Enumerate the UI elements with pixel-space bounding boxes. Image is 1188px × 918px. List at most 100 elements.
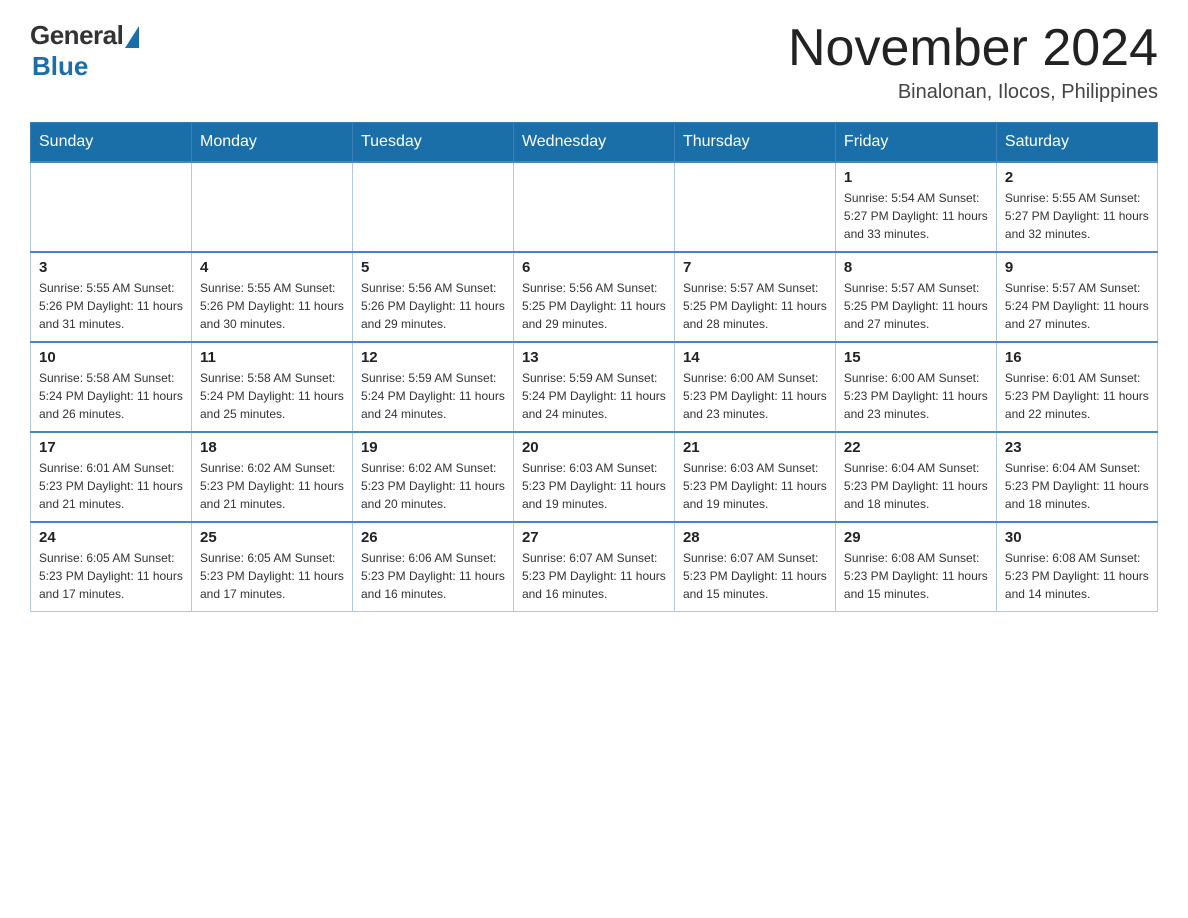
day-of-week-header: Monday bbox=[191, 123, 352, 163]
calendar-cell: 12 Sunrise: 5:59 AM Sunset: 5:24 PM Dayli… bbox=[352, 342, 513, 432]
calendar-cell: 13 Sunrise: 5:59 AM Sunset: 5:24 PM Dayli… bbox=[513, 342, 674, 432]
location-subtitle: Binalonan, Ilocos, Philippines bbox=[788, 81, 1158, 104]
calendar-cell: 3 Sunrise: 5:55 AM Sunset: 5:26 PM Daylig… bbox=[31, 252, 192, 342]
logo-general-text: General bbox=[30, 20, 123, 51]
day-of-week-header: Sunday bbox=[31, 123, 192, 163]
day-number: 25 bbox=[200, 529, 344, 546]
day-info: Sunrise: 5:57 AM Sunset: 5:25 PM Dayligh… bbox=[683, 279, 827, 333]
day-of-week-header: Thursday bbox=[674, 123, 835, 163]
day-number: 7 bbox=[683, 259, 827, 276]
calendar-cell: 17 Sunrise: 6:01 AM Sunset: 5:23 PM Dayli… bbox=[31, 432, 192, 522]
day-number: 5 bbox=[361, 259, 505, 276]
day-info: Sunrise: 5:59 AM Sunset: 5:24 PM Dayligh… bbox=[361, 369, 505, 423]
day-info: Sunrise: 5:57 AM Sunset: 5:25 PM Dayligh… bbox=[844, 279, 988, 333]
day-number: 17 bbox=[39, 439, 183, 456]
day-number: 4 bbox=[200, 259, 344, 276]
day-info: Sunrise: 6:08 AM Sunset: 5:23 PM Dayligh… bbox=[1005, 549, 1149, 603]
day-info: Sunrise: 5:55 AM Sunset: 5:26 PM Dayligh… bbox=[39, 279, 183, 333]
calendar-cell: 30 Sunrise: 6:08 AM Sunset: 5:23 PM Dayli… bbox=[996, 522, 1157, 612]
calendar-cell: 24 Sunrise: 6:05 AM Sunset: 5:23 PM Dayli… bbox=[31, 522, 192, 612]
calendar-week-row: 10 Sunrise: 5:58 AM Sunset: 5:24 PM Dayli… bbox=[31, 342, 1158, 432]
day-info: Sunrise: 5:54 AM Sunset: 5:27 PM Dayligh… bbox=[844, 189, 988, 243]
day-info: Sunrise: 6:00 AM Sunset: 5:23 PM Dayligh… bbox=[844, 369, 988, 423]
calendar-cell bbox=[31, 162, 192, 252]
day-info: Sunrise: 5:56 AM Sunset: 5:26 PM Dayligh… bbox=[361, 279, 505, 333]
day-info: Sunrise: 5:58 AM Sunset: 5:24 PM Dayligh… bbox=[200, 369, 344, 423]
day-info: Sunrise: 6:03 AM Sunset: 5:23 PM Dayligh… bbox=[683, 459, 827, 513]
calendar-cell: 23Sunrise: 6:04 AM Sunset: 5:23 PM Dayli… bbox=[996, 432, 1157, 522]
day-number: 13 bbox=[522, 349, 666, 366]
calendar-cell bbox=[191, 162, 352, 252]
calendar-cell: 14 Sunrise: 6:00 AM Sunset: 5:23 PM Dayli… bbox=[674, 342, 835, 432]
calendar-cell: 8 Sunrise: 5:57 AM Sunset: 5:25 PM Daylig… bbox=[835, 252, 996, 342]
calendar-week-row: 1 Sunrise: 5:54 AM Sunset: 5:27 PM Daylig… bbox=[31, 162, 1158, 252]
day-info: Sunrise: 6:05 AM Sunset: 5:23 PM Dayligh… bbox=[39, 549, 183, 603]
calendar-cell: 9 Sunrise: 5:57 AM Sunset: 5:24 PM Daylig… bbox=[996, 252, 1157, 342]
day-info: Sunrise: 6:00 AM Sunset: 5:23 PM Dayligh… bbox=[683, 369, 827, 423]
calendar-cell: 22 Sunrise: 6:04 AM Sunset: 5:23 PM Dayli… bbox=[835, 432, 996, 522]
day-number: 12 bbox=[361, 349, 505, 366]
day-info: Sunrise: 6:02 AM Sunset: 5:23 PM Dayligh… bbox=[361, 459, 505, 513]
calendar-cell: 29 Sunrise: 6:08 AM Sunset: 5:23 PM Dayli… bbox=[835, 522, 996, 612]
day-number: 29 bbox=[844, 529, 988, 546]
calendar-cell: 18Sunrise: 6:02 AM Sunset: 5:23 PM Dayli… bbox=[191, 432, 352, 522]
day-info: Sunrise: 6:01 AM Sunset: 5:23 PM Dayligh… bbox=[1005, 369, 1149, 423]
day-info: Sunrise: 5:55 AM Sunset: 5:27 PM Dayligh… bbox=[1005, 189, 1149, 243]
calendar-cell: 26Sunrise: 6:06 AM Sunset: 5:23 PM Dayli… bbox=[352, 522, 513, 612]
day-info: Sunrise: 6:05 AM Sunset: 5:23 PM Dayligh… bbox=[200, 549, 344, 603]
calendar-cell: 20Sunrise: 6:03 AM Sunset: 5:23 PM Dayli… bbox=[513, 432, 674, 522]
calendar-cell: 6Sunrise: 5:56 AM Sunset: 5:25 PM Daylig… bbox=[513, 252, 674, 342]
day-info: Sunrise: 5:58 AM Sunset: 5:24 PM Dayligh… bbox=[39, 369, 183, 423]
calendar-cell: 19 Sunrise: 6:02 AM Sunset: 5:23 PM Dayli… bbox=[352, 432, 513, 522]
day-number: 15 bbox=[844, 349, 988, 366]
calendar-header-row: SundayMondayTuesdayWednesdayThursdayFrid… bbox=[31, 123, 1158, 163]
day-number: 8 bbox=[844, 259, 988, 276]
calendar-cell: 16 Sunrise: 6:01 AM Sunset: 5:23 PM Dayli… bbox=[996, 342, 1157, 432]
day-info: Sunrise: 5:55 AM Sunset: 5:26 PM Dayligh… bbox=[200, 279, 344, 333]
title-block: November 2024 Binalonan, Ilocos, Philipp… bbox=[788, 20, 1158, 104]
day-number: 3 bbox=[39, 259, 183, 276]
day-number: 23 bbox=[1005, 439, 1149, 456]
calendar-cell: 27 Sunrise: 6:07 AM Sunset: 5:23 PM Dayli… bbox=[513, 522, 674, 612]
calendar-cell: 4 Sunrise: 5:55 AM Sunset: 5:26 PM Daylig… bbox=[191, 252, 352, 342]
day-number: 11 bbox=[200, 349, 344, 366]
calendar-week-row: 3 Sunrise: 5:55 AM Sunset: 5:26 PM Daylig… bbox=[31, 252, 1158, 342]
day-number: 16 bbox=[1005, 349, 1149, 366]
day-info: Sunrise: 6:04 AM Sunset: 5:23 PM Dayligh… bbox=[844, 459, 988, 513]
day-info: Sunrise: 6:01 AM Sunset: 5:23 PM Dayligh… bbox=[39, 459, 183, 513]
day-info: Sunrise: 6:08 AM Sunset: 5:23 PM Dayligh… bbox=[844, 549, 988, 603]
calendar-week-row: 24 Sunrise: 6:05 AM Sunset: 5:23 PM Dayli… bbox=[31, 522, 1158, 612]
day-number: 30 bbox=[1005, 529, 1149, 546]
calendar-cell: 2Sunrise: 5:55 AM Sunset: 5:27 PM Daylig… bbox=[996, 162, 1157, 252]
calendar-week-row: 17 Sunrise: 6:01 AM Sunset: 5:23 PM Dayli… bbox=[31, 432, 1158, 522]
calendar-cell: 5 Sunrise: 5:56 AM Sunset: 5:26 PM Daylig… bbox=[352, 252, 513, 342]
calendar-cell: 28Sunrise: 6:07 AM Sunset: 5:23 PM Dayli… bbox=[674, 522, 835, 612]
day-number: 22 bbox=[844, 439, 988, 456]
day-number: 14 bbox=[683, 349, 827, 366]
day-number: 19 bbox=[361, 439, 505, 456]
calendar-cell bbox=[352, 162, 513, 252]
day-number: 6 bbox=[522, 259, 666, 276]
page-header: General Blue November 2024 Binalonan, Il… bbox=[30, 20, 1158, 104]
day-number: 20 bbox=[522, 439, 666, 456]
day-of-week-header: Tuesday bbox=[352, 123, 513, 163]
day-info: Sunrise: 5:57 AM Sunset: 5:24 PM Dayligh… bbox=[1005, 279, 1149, 333]
calendar-cell: 11 Sunrise: 5:58 AM Sunset: 5:24 PM Dayli… bbox=[191, 342, 352, 432]
day-number: 1 bbox=[844, 169, 988, 186]
day-info: Sunrise: 6:07 AM Sunset: 5:23 PM Dayligh… bbox=[522, 549, 666, 603]
day-number: 9 bbox=[1005, 259, 1149, 276]
day-number: 10 bbox=[39, 349, 183, 366]
calendar-cell: 21Sunrise: 6:03 AM Sunset: 5:23 PM Dayli… bbox=[674, 432, 835, 522]
calendar-cell bbox=[674, 162, 835, 252]
day-number: 24 bbox=[39, 529, 183, 546]
day-info: Sunrise: 5:59 AM Sunset: 5:24 PM Dayligh… bbox=[522, 369, 666, 423]
day-number: 27 bbox=[522, 529, 666, 546]
day-number: 26 bbox=[361, 529, 505, 546]
day-info: Sunrise: 6:02 AM Sunset: 5:23 PM Dayligh… bbox=[200, 459, 344, 513]
logo: General Blue bbox=[30, 20, 139, 82]
calendar-cell: 7 Sunrise: 5:57 AM Sunset: 5:25 PM Daylig… bbox=[674, 252, 835, 342]
calendar-table: SundayMondayTuesdayWednesdayThursdayFrid… bbox=[30, 122, 1158, 612]
day-number: 28 bbox=[683, 529, 827, 546]
calendar-cell: 25 Sunrise: 6:05 AM Sunset: 5:23 PM Dayli… bbox=[191, 522, 352, 612]
calendar-cell: 15 Sunrise: 6:00 AM Sunset: 5:23 PM Dayli… bbox=[835, 342, 996, 432]
